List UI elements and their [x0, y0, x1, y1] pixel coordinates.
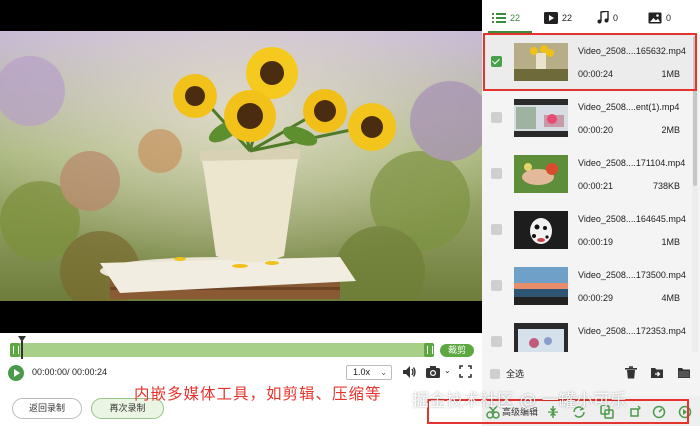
file-name: Video_2508....164645.mp4 — [578, 214, 686, 224]
file-size: 1MB — [661, 237, 680, 247]
trim-end-handle[interactable] — [424, 343, 434, 357]
file-size: 738KB — [652, 181, 680, 191]
tab-image[interactable]: 0 — [648, 9, 671, 25]
music-icon — [597, 10, 609, 24]
file-name: Video_2508....171104.mp4 — [578, 158, 686, 168]
fullscreen-icon[interactable] — [459, 365, 472, 378]
tab-video[interactable]: 22 — [544, 9, 572, 25]
video-thumbnail — [514, 211, 568, 249]
select-all-label: 全选 — [506, 369, 525, 379]
chevron-down-icon: ⌄ — [380, 368, 387, 377]
trim-button[interactable]: 裁剪 — [440, 344, 474, 357]
tab-count: 22 — [562, 12, 573, 23]
tab-count: 0 — [666, 12, 672, 23]
file-name: Video_2508....ent(1).mp4 — [578, 102, 680, 112]
file-size: 2MB — [661, 125, 680, 135]
speed-value: 1.0x — [353, 367, 371, 377]
export-icon[interactable] — [650, 366, 664, 379]
list-item[interactable]: Video_2508....173500.mp4 00:00:29 4MB — [482, 258, 692, 314]
video-icon — [544, 11, 558, 24]
image-icon — [648, 12, 662, 24]
video-thumbnail — [514, 155, 568, 193]
list-item[interactable]: Video_2508....171104.mp4 00:00:21 738KB — [482, 146, 692, 202]
video-preview-image — [0, 31, 482, 301]
player-area: 裁剪 00:00:00/ 00:00:24 1.0x ⌄ ⌄ 返回录制 再次录制 — [0, 0, 482, 426]
list-item[interactable]: Video_2508....ent(1).mp4 00:00:20 2MB — [482, 90, 692, 146]
chevron-down-icon[interactable]: ⌄ — [444, 366, 451, 375]
trim-start-handle[interactable] — [10, 343, 20, 357]
tab-audio[interactable]: 0 — [597, 9, 618, 25]
selected-item-highlight — [483, 33, 697, 91]
timeline-track[interactable] — [10, 343, 434, 357]
list-item[interactable]: Video_2508....164645.mp4 00:00:19 1MB — [482, 202, 692, 258]
checkbox[interactable] — [491, 280, 502, 291]
checkbox[interactable] — [491, 336, 502, 347]
video-frame[interactable] — [0, 0, 482, 333]
checkbox[interactable] — [490, 368, 500, 379]
trash-icon[interactable] — [624, 366, 638, 379]
time-readout: 00:00:00/ 00:00:24 — [32, 367, 108, 377]
play-button[interactable] — [8, 365, 24, 381]
speed-select[interactable]: 1.0x ⌄ — [346, 365, 392, 380]
volume-icon[interactable] — [401, 364, 417, 380]
file-size: 4MB — [661, 293, 680, 303]
file-duration: 00:00:21 — [578, 181, 614, 191]
tab-all[interactable]: 22 — [492, 9, 520, 25]
file-duration: 00:00:29 — [578, 293, 614, 303]
list-icon — [492, 12, 506, 23]
video-thumbnail — [514, 323, 568, 352]
trim-timeline[interactable]: 裁剪 — [10, 336, 474, 361]
video-thumbnail — [514, 99, 568, 137]
folder-icon[interactable] — [677, 366, 691, 379]
tab-count: 22 — [510, 12, 521, 23]
file-name: Video_2508....172353.mp4 — [578, 326, 686, 336]
checkbox[interactable] — [491, 224, 502, 235]
file-duration: 00:00:19 — [578, 237, 614, 247]
annotation-text: 内嵌多媒体工具，如剪辑、压缩等 — [134, 385, 382, 403]
file-duration: 00:00:20 — [578, 125, 614, 135]
checkbox[interactable] — [491, 168, 502, 179]
watermark: 掘金技术社区 @ 一罐小可乐 — [412, 391, 627, 411]
back-to-record-button[interactable]: 返回录制 — [12, 398, 82, 419]
media-tabs: 22 22 0 0 — [482, 0, 700, 34]
select-all-checkbox[interactable]: 全选 — [490, 367, 524, 380]
list-item[interactable]: Video_2508....172353.mp4 — [482, 314, 692, 352]
checkbox[interactable] — [491, 112, 502, 123]
file-name: Video_2508....173500.mp4 — [578, 270, 686, 280]
video-thumbnail — [514, 267, 568, 305]
tab-count: 0 — [613, 12, 619, 23]
camera-icon[interactable] — [425, 365, 441, 379]
playhead-line — [21, 341, 23, 359]
